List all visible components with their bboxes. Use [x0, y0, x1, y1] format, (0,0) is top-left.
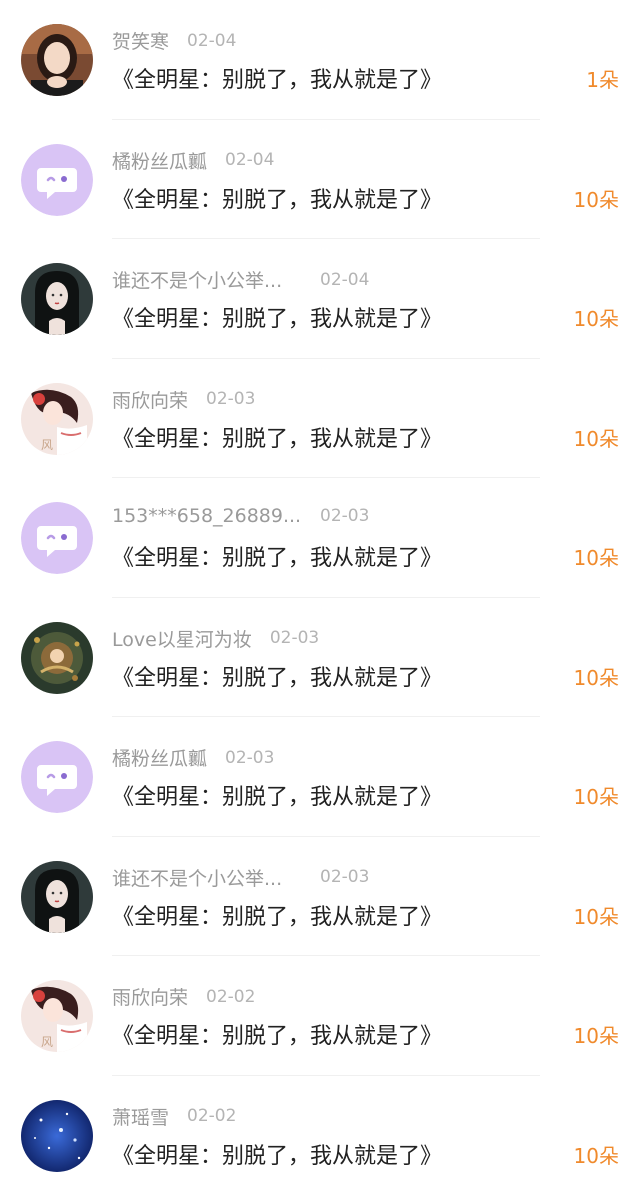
user-name[interactable]: 贺笑寒 — [112, 27, 169, 54]
dark-hair-woman-icon[interactable] — [21, 263, 93, 335]
flower-count: 10朵 — [574, 303, 619, 332]
flower-count: 10朵 — [574, 184, 619, 213]
user-name[interactable]: 谁还不是个小公举... — [112, 266, 302, 293]
item-meta: 雨欣向荣 02-02 — [112, 983, 255, 1011]
item-date: 02-03 — [270, 628, 319, 648]
flower-count: 1朵 — [586, 64, 619, 93]
flower-count: 10朵 — [574, 1140, 619, 1169]
list-item[interactable]: 153***658_26889...02-03 《全明星：别脱了，我从就是了》 … — [0, 478, 640, 598]
list-item[interactable]: 风 雨欣向荣 02-02 《全明星：别脱了，我从就是了》 10朵 — [0, 956, 640, 1076]
item-date: 02-03 — [206, 389, 255, 409]
item-meta: 雨欣向荣 02-03 — [112, 386, 255, 414]
book-title: 《全明星：别脱了，我从就是了》 — [112, 1018, 442, 1050]
dark-hair-woman-icon[interactable] — [21, 861, 93, 933]
anime-girl-icon[interactable]: 风 — [21, 980, 93, 1052]
list-item[interactable]: 橘粉丝瓜瓤 02-04 《全明星：别脱了，我从就是了》 10朵 — [0, 120, 640, 240]
flower-count: 10朵 — [574, 662, 619, 691]
item-meta: 萧瑶雪 02-02 — [112, 1103, 236, 1131]
user-name[interactable]: 萧瑶雪 — [112, 1103, 169, 1130]
book-title: 《全明星：别脱了，我从就是了》 — [112, 182, 442, 214]
item-meta: 153***658_26889... 02-03 — [112, 505, 369, 533]
svg-text:风: 风 — [41, 438, 53, 452]
item-date: 02-03 — [225, 748, 274, 768]
book-title: 《全明星：别脱了，我从就是了》 — [112, 899, 442, 931]
user-name[interactable]: 雨欣向荣 — [112, 983, 188, 1010]
book-title: 《全明星：别脱了，我从就是了》 — [112, 421, 442, 453]
book-title: 《全明星：别脱了，我从就是了》 — [112, 540, 442, 572]
list-item[interactable]: Love以星河为妆 02-03 《全明星：别脱了，我从就是了》 10朵 — [0, 598, 640, 718]
user-name[interactable]: 谁还不是个小公举... — [112, 864, 302, 891]
flower-count: 10朵 — [574, 423, 619, 452]
list-item[interactable]: 贺笑寒 02-04 《全明星：别脱了，我从就是了》 1朵 — [0, 0, 640, 120]
item-meta: Love以星河为妆 02-03 — [112, 625, 319, 653]
item-meta: 谁还不是个小公举... 02-04 — [112, 266, 369, 294]
user-name[interactable]: 橘粉丝瓜瓤 — [112, 744, 207, 771]
book-title: 《全明星：别脱了，我从就是了》 — [112, 62, 442, 94]
item-date: 02-02 — [206, 987, 255, 1007]
item-date: 02-03 — [320, 506, 369, 526]
item-date: 02-03 — [320, 867, 369, 887]
flower-count: 10朵 — [574, 901, 619, 930]
item-date: 02-02 — [187, 1106, 236, 1126]
book-title: 《全明星：别脱了，我从就是了》 — [112, 301, 442, 333]
item-meta: 谁还不是个小公举... 02-03 — [112, 864, 369, 892]
item-meta: 橘粉丝瓜瓤 02-04 — [112, 147, 274, 175]
item-date: 02-04 — [225, 150, 274, 170]
user-name[interactable]: Love以星河为妆 — [112, 625, 252, 652]
photo-woman-icon[interactable] — [21, 24, 93, 96]
book-title: 《全明星：别脱了，我从就是了》 — [112, 779, 442, 811]
user-name[interactable]: 153***658_26889... — [112, 505, 302, 527]
default-chat-bubble-icon[interactable] — [21, 502, 93, 574]
fantasy-art-icon[interactable] — [21, 622, 93, 694]
user-name[interactable]: 雨欣向荣 — [112, 386, 188, 413]
item-meta: 贺笑寒 02-04 — [112, 27, 236, 55]
item-date: 02-04 — [320, 270, 369, 290]
list-item[interactable]: 风 雨欣向荣 02-03 《全明星：别脱了，我从就是了》 10朵 — [0, 359, 640, 479]
item-meta: 橘粉丝瓜瓤 02-03 — [112, 744, 274, 772]
book-title: 《全明星：别脱了，我从就是了》 — [112, 1138, 442, 1170]
book-title: 《全明星：别脱了，我从就是了》 — [112, 660, 442, 692]
default-chat-bubble-icon[interactable] — [21, 144, 93, 216]
flower-count: 10朵 — [574, 1020, 619, 1049]
list-item[interactable]: 谁还不是个小公举... 02-03 《全明星：别脱了，我从就是了》 10朵 — [0, 837, 640, 957]
list-item[interactable]: 萧瑶雪 02-02 《全明星：别脱了，我从就是了》 10朵 — [0, 1076, 640, 1195]
anime-girl-icon[interactable]: 风 — [21, 383, 93, 455]
list-item[interactable]: 谁还不是个小公举... 02-04 《全明星：别脱了，我从就是了》 10朵 — [0, 239, 640, 359]
item-date: 02-04 — [187, 31, 236, 51]
gift-record-list: 贺笑寒 02-04 《全明星：别脱了，我从就是了》 1朵 橘粉丝瓜瓤 02-04 《… — [0, 0, 640, 1190]
starry-sky-icon[interactable] — [21, 1100, 93, 1172]
flower-count: 10朵 — [574, 781, 619, 810]
svg-text:风: 风 — [41, 1035, 53, 1049]
user-name[interactable]: 橘粉丝瓜瓤 — [112, 147, 207, 174]
flower-count: 10朵 — [574, 542, 619, 571]
list-item[interactable]: 橘粉丝瓜瓤 02-03 《全明星：别脱了，我从就是了》 10朵 — [0, 717, 640, 837]
default-chat-bubble-icon[interactable] — [21, 741, 93, 813]
